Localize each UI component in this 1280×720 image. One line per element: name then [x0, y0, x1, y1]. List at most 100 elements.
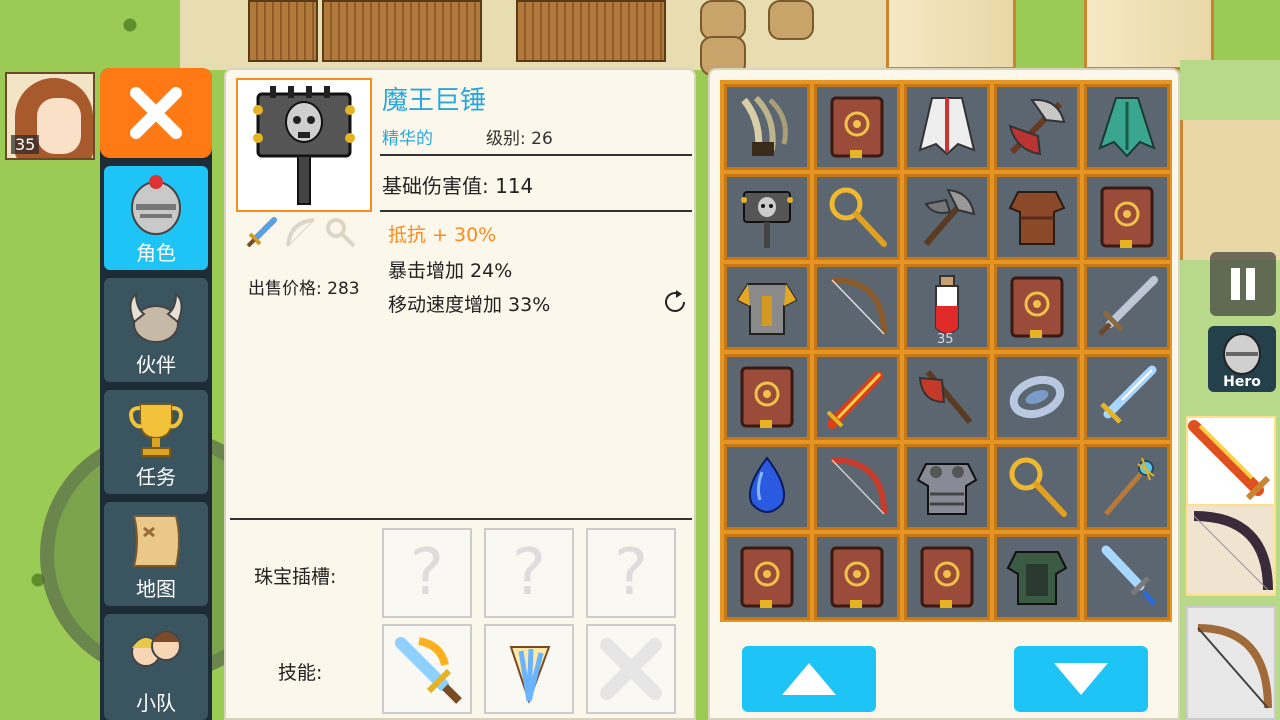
inventory-slot[interactable]	[994, 534, 1080, 620]
inventory-slot[interactable]	[1084, 444, 1170, 530]
inventory-slot[interactable]	[1084, 264, 1170, 350]
demon-hammer-icon	[741, 191, 793, 248]
close-icon	[130, 87, 182, 139]
gem-slot[interactable]: ?	[382, 528, 472, 618]
red-axe-icon	[918, 370, 973, 424]
inventory-slot[interactable]	[904, 354, 990, 440]
cloak-icon	[918, 97, 976, 156]
menu-item-label: 小队	[136, 691, 176, 715]
inventory-slot[interactable]	[724, 264, 810, 350]
inventory-slot[interactable]	[994, 174, 1080, 260]
inventory-slot[interactable]	[904, 174, 990, 260]
menu-item-label: 伙伴	[136, 353, 176, 377]
inventory-slot[interactable]	[814, 444, 900, 530]
inventory-slot[interactable]	[814, 534, 900, 620]
inventory-slot[interactable]	[994, 84, 1080, 170]
inventory-slot[interactable]	[1084, 84, 1170, 170]
inventory-slot[interactable]	[904, 534, 990, 620]
empty-slot-mark: ?	[410, 536, 444, 610]
inventory-slot[interactable]	[724, 534, 810, 620]
inventory-slot[interactable]	[994, 444, 1080, 530]
spellbook-icon	[1100, 186, 1154, 248]
inventory-slot[interactable]	[994, 264, 1080, 350]
hero-portrait[interactable]: 35	[5, 72, 95, 160]
dark-armor-icon	[1006, 551, 1068, 605]
refresh-icon[interactable]	[662, 288, 690, 316]
menu-item-character[interactable]: 角色	[104, 166, 208, 270]
red-bow-icon	[831, 457, 887, 515]
menu-item-quest[interactable]: 任务	[104, 390, 208, 494]
trophy-icon	[129, 403, 183, 457]
spellbook-icon	[920, 546, 974, 608]
inventory-slot[interactable]	[814, 174, 900, 260]
map-scroll-icon	[132, 515, 180, 567]
skill-slot[interactable]	[484, 624, 574, 714]
wooden-house	[322, 0, 482, 62]
ice-dagger-icon	[1101, 545, 1156, 606]
bow-icon	[1197, 624, 1272, 709]
hero-button-label: Hero	[1223, 374, 1261, 390]
inventory-slot[interactable]	[724, 84, 810, 170]
skill-slot[interactable]	[382, 624, 472, 714]
green-cloak-icon	[1098, 97, 1156, 158]
skill-label: 技能:	[278, 662, 323, 684]
blue-sword-icon	[1100, 365, 1157, 424]
sword-icon	[1098, 276, 1158, 336]
blade-fan-skill-icon	[509, 646, 551, 705]
inventory-slot[interactable]	[1084, 534, 1170, 620]
item-attribute-primary: 抵抗 + 30%	[388, 224, 497, 246]
divider	[380, 154, 692, 156]
inventory-slot[interactable]	[904, 444, 990, 530]
flame-sword-icon	[826, 371, 883, 429]
gem-slot[interactable]: ?	[484, 528, 574, 618]
sapphire-icon	[748, 456, 786, 513]
inventory-slot[interactable]	[724, 354, 810, 440]
gem-slot[interactable]: ?	[586, 528, 676, 618]
sword-strike-skill-icon	[395, 637, 462, 704]
inventory-slot[interactable]	[724, 174, 810, 260]
party-icon	[131, 631, 181, 667]
menu-item-partner[interactable]: 伙伴	[104, 278, 208, 382]
wooden-house	[516, 0, 666, 62]
grain-sack	[768, 0, 814, 40]
spellbook-icon	[830, 546, 884, 608]
spellbook-icon	[740, 546, 794, 608]
close-button[interactable]	[100, 68, 212, 158]
inventory-slot[interactable]	[724, 444, 810, 530]
scroll-up-button[interactable]	[742, 646, 876, 712]
item-count: 35	[937, 332, 954, 347]
skill-slot-locked[interactable]	[586, 624, 676, 714]
inventory-slot[interactable]	[1084, 354, 1170, 440]
inventory-slot[interactable]	[814, 84, 900, 170]
menu-item-label: 任务	[136, 465, 176, 489]
empty-slot-mark: ?	[614, 536, 648, 610]
inventory-slot[interactable]	[814, 354, 900, 440]
pause-button[interactable]	[1210, 252, 1276, 316]
gem-socket-label: 珠宝插槽:	[254, 566, 337, 588]
hero-level-badge: 35	[11, 135, 40, 154]
inventory-slot[interactable]	[1084, 174, 1170, 260]
inventory-slot[interactable]: 35	[904, 264, 990, 350]
quick-slot-bow[interactable]	[1186, 504, 1276, 596]
menu-item-label: 角色	[136, 241, 176, 265]
item-quality: 精华的	[382, 129, 433, 149]
bow-type-icon	[286, 218, 315, 247]
wooden-fence	[248, 0, 318, 62]
divider	[380, 210, 692, 212]
inventory-slot[interactable]	[814, 264, 900, 350]
item-attribute: 暴击增加 24%	[388, 260, 513, 282]
leather-armor-icon	[1008, 191, 1066, 245]
scroll-down-button[interactable]	[1014, 646, 1148, 712]
sell-price: 出售价格: 283	[248, 279, 360, 299]
item-name: 魔王巨锤	[382, 86, 487, 116]
demon-hammer-icon	[253, 86, 355, 205]
inventory-slot[interactable]	[994, 354, 1080, 440]
menu-item-map[interactable]: 地图	[104, 502, 208, 606]
hero-button[interactable]: Hero	[1208, 326, 1276, 392]
knight-helmet-icon	[1223, 333, 1261, 375]
quick-slot-weapon[interactable]	[1186, 416, 1276, 508]
inventory-slot[interactable]	[904, 84, 990, 170]
quick-slot-crossbow[interactable]	[1186, 606, 1276, 720]
spellbook-icon	[740, 366, 794, 428]
menu-item-party[interactable]: 小队	[104, 614, 208, 720]
